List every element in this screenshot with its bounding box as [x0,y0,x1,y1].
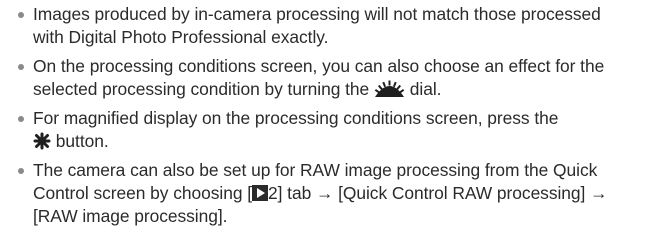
note-item: The camera can also be set up for RAW im… [10,159,635,228]
bullet-icon [18,64,24,70]
bullet-icon [18,12,24,18]
notes-list: Images produced by in-camera processing … [0,0,645,241]
main-dial-icon [374,79,405,98]
note-item: On the processing conditions screen, you… [10,55,635,101]
note-text: Images produced by in-camera processing … [33,4,601,47]
note-item: For magnified display on the processing … [10,107,635,153]
note-text: For magnified display on the processing … [33,108,559,128]
note-text: On the processing conditions screen, you… [33,56,605,99]
note-text-after: button. [55,131,109,151]
magnify-asterisk-icon [33,132,51,150]
playback-icon [252,185,268,201]
bullet-icon [18,168,24,174]
note-text-after: dial. [409,79,442,99]
bullet-icon [18,116,24,122]
note-item: Images produced by in-camera processing … [10,3,635,49]
